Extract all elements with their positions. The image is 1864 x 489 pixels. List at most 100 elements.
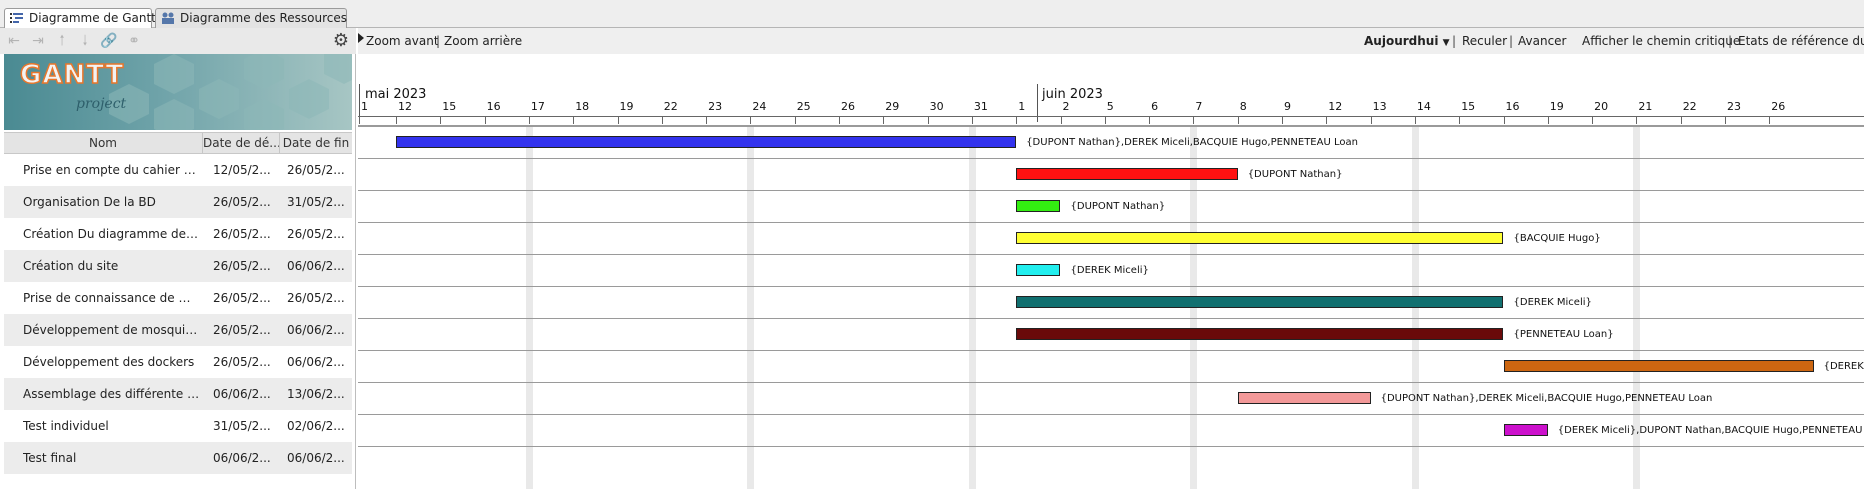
task-row[interactable]: Création du site 26/05/2... 06/06/2... xyxy=(4,250,352,282)
task-name-cell[interactable]: Test final xyxy=(23,442,201,474)
task-start-cell[interactable]: 12/05/2... xyxy=(213,154,277,186)
task-name-cell[interactable]: Prise en compte du cahier de... xyxy=(23,154,201,186)
day-tick xyxy=(1592,116,1594,124)
toolbar-separator: | xyxy=(436,34,441,48)
gear-icon[interactable]: ⚙ xyxy=(331,31,351,51)
task-bar[interactable] xyxy=(1503,424,1548,436)
zoom-in-button[interactable]: Zoom avant xyxy=(366,28,439,54)
day-label: 6 xyxy=(1151,100,1159,113)
outdent-icon[interactable]: ⇤ xyxy=(6,33,22,49)
collapse-panel-icon[interactable] xyxy=(358,33,364,43)
day-label: 24 xyxy=(752,100,767,113)
day-label: 9 xyxy=(1284,100,1291,113)
task-end-cell[interactable]: 02/06/2... xyxy=(287,410,349,442)
task-bar[interactable] xyxy=(1016,168,1238,180)
toolbar-separator: | xyxy=(1728,34,1733,48)
task-end-cell[interactable]: 06/06/2... xyxy=(287,346,349,378)
task-name-cell[interactable]: Création Du diagramme de g... xyxy=(23,218,201,250)
task-end-cell[interactable]: 26/05/2... xyxy=(287,282,349,314)
link-icon[interactable]: 🔗 xyxy=(100,33,117,49)
task-start-cell[interactable]: 26/05/2... xyxy=(213,346,277,378)
task-resources-label: {DUPONT Nathan} xyxy=(1247,169,1343,180)
day-label: 14 xyxy=(1416,100,1431,113)
task-resources-label: {DUPONT Nathan} xyxy=(1070,201,1166,212)
move-down-icon[interactable]: 🠓 xyxy=(77,33,93,49)
task-bar[interactable] xyxy=(1016,296,1504,308)
task-name-cell[interactable]: Développement des dockers xyxy=(23,346,201,378)
task-start-cell[interactable]: 26/05/2... xyxy=(213,186,277,218)
task-start-cell[interactable]: 26/05/2... xyxy=(213,218,277,250)
task-end-cell[interactable]: 31/05/2... xyxy=(287,186,349,218)
day-label: 17 xyxy=(530,100,545,113)
day-label: 5 xyxy=(1106,100,1114,113)
task-resources-label: {DEREK Miceli} xyxy=(1070,265,1149,276)
task-bar[interactable] xyxy=(1016,200,1061,212)
day-tick xyxy=(1459,116,1461,124)
day-tick xyxy=(971,116,973,124)
task-bar[interactable] xyxy=(1503,360,1814,372)
task-row[interactable]: Test individuel 31/05/2... 02/06/2... xyxy=(4,410,352,442)
day-tick xyxy=(440,116,442,124)
task-bar[interactable] xyxy=(1016,328,1504,340)
task-row[interactable]: Développement des dockers 26/05/2... 06/06… xyxy=(4,346,352,378)
gantt-chart-panel: Zoom avant | Zoom arrière Aujourdhui ▼ |… xyxy=(358,28,1864,489)
task-row[interactable]: Développement de mosquitto 26/05/2... 06/0… xyxy=(4,314,352,346)
task-start-cell[interactable]: 26/05/2... xyxy=(213,314,277,346)
day-label: 12 xyxy=(1328,100,1343,113)
task-start-cell[interactable]: 26/05/2... xyxy=(213,282,277,314)
row-divider xyxy=(358,158,1864,159)
task-row[interactable]: Organisation De la BD 26/05/2... 31/05/2..… xyxy=(4,186,352,218)
task-name-cell[interactable]: Assemblage des différente p... xyxy=(23,378,201,410)
task-name-cell[interactable]: Développement de mosquitto xyxy=(23,314,201,346)
day-tick xyxy=(794,116,796,124)
task-row[interactable]: Création Du diagramme de g... 26/05/2... 2… xyxy=(4,218,352,250)
back-button[interactable]: Reculer xyxy=(1462,28,1507,54)
task-name-cell[interactable]: Prise de connaissance de mo... xyxy=(23,282,201,314)
task-bar[interactable] xyxy=(1016,232,1504,244)
indent-icon[interactable]: ⇥ xyxy=(30,33,46,49)
day-tick xyxy=(1282,116,1283,124)
day-tick xyxy=(1414,116,1416,124)
day-tick xyxy=(1237,116,1239,124)
forward-button[interactable]: Avancer xyxy=(1518,28,1566,54)
unlink-icon[interactable]: ⚭ xyxy=(126,33,142,49)
column-header-end[interactable]: Date de fin xyxy=(280,133,352,153)
task-bar[interactable] xyxy=(396,136,1017,148)
today-dropdown[interactable]: Aujourdhui ▼ xyxy=(1364,28,1450,56)
task-end-cell[interactable]: 06/06/2... xyxy=(287,250,349,282)
task-end-cell[interactable]: 26/05/2... xyxy=(287,218,349,250)
task-row[interactable]: Prise de connaissance de mo... 26/05/2...… xyxy=(4,282,352,314)
task-end-cell[interactable]: 06/06/2... xyxy=(287,314,349,346)
task-start-cell[interactable]: 26/05/2... xyxy=(213,250,277,282)
task-row[interactable]: Prise en compte du cahier de... 12/05/2..… xyxy=(4,154,352,186)
task-name-cell[interactable]: Organisation De la BD xyxy=(23,186,201,218)
column-header-start[interactable]: Date de dé... xyxy=(203,133,280,153)
task-start-cell[interactable]: 06/06/2... xyxy=(213,442,277,474)
task-bar[interactable] xyxy=(1016,264,1061,276)
task-name-cell[interactable]: Test individuel xyxy=(23,410,201,442)
month-label: juin 2023 xyxy=(1042,87,1103,102)
task-end-cell[interactable]: 13/06/2... xyxy=(287,378,349,410)
move-up-icon[interactable]: 🠑 xyxy=(54,33,70,49)
tab-resources-chart[interactable]: Diagramme des Ressources xyxy=(155,8,347,28)
logo-title: GANTT xyxy=(19,59,125,91)
column-header-name[interactable]: Nom xyxy=(4,133,203,153)
task-start-cell[interactable]: 06/06/2... xyxy=(213,378,277,410)
day-tick xyxy=(1104,116,1106,124)
task-end-cell[interactable]: 26/05/2... xyxy=(287,154,349,186)
task-end-cell[interactable]: 06/06/2... xyxy=(287,442,349,474)
task-name-cell[interactable]: Création du site xyxy=(23,250,201,282)
baselines-button[interactable]: Etats de référence du p xyxy=(1738,28,1864,54)
zoom-out-button[interactable]: Zoom arrière xyxy=(444,28,522,54)
day-tick xyxy=(617,116,619,124)
day-label: 22 xyxy=(1682,100,1697,113)
task-row[interactable]: Test final 06/06/2... 06/06/2... xyxy=(4,442,352,474)
critical-path-button[interactable]: Afficher le chemin critique xyxy=(1582,28,1740,54)
day-tick xyxy=(1725,116,1726,124)
task-bar[interactable] xyxy=(1237,392,1371,404)
day-tick xyxy=(1326,116,1328,124)
task-start-cell[interactable]: 31/05/2... xyxy=(213,410,277,442)
day-tick xyxy=(883,116,885,124)
tab-gantt-chart[interactable]: Diagramme de Gantt xyxy=(4,8,156,29)
task-row[interactable]: Assemblage des différente p... 06/06/2...… xyxy=(4,378,352,410)
